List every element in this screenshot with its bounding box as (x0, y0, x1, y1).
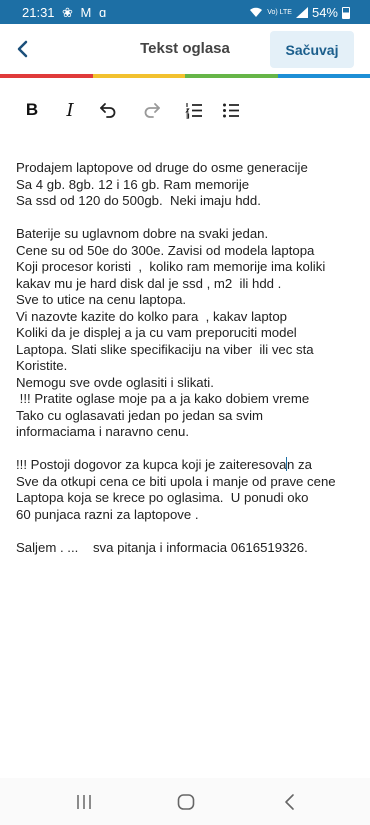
editor-line: Nemogu sve ovde oglasiti i slikati. (16, 374, 214, 390)
editor-line: kakav mu je hard disk dal je ssd , m2 il… (16, 275, 282, 291)
battery-percent: 54% (311, 5, 338, 20)
editor-line: Laptopa. Slati slike specifikaciju na vi… (16, 341, 314, 357)
redo-icon[interactable] (138, 96, 166, 124)
ad-text-editor[interactable]: Prodajem laptopove od druge do osme gene… (16, 160, 356, 556)
editor-line: informaciama i naravno cenu. (16, 424, 189, 439)
status-time: 21:31 (22, 5, 55, 20)
bold-button[interactable]: B (18, 96, 46, 124)
back-icon[interactable] (278, 792, 302, 812)
editor-line: Koliki da je displej a ja cu vam preporu… (16, 325, 297, 340)
editor-line: Vi nazovte kazite do kolko para , kakav … (16, 308, 287, 324)
notification-icons: ❀ M ɑ (62, 5, 109, 20)
editor-line: Sve da otkupi cena ce biti upola i manje… (16, 473, 336, 489)
network-label: Vo) LTE (267, 9, 292, 16)
bulleted-list-icon[interactable] (217, 96, 245, 124)
strip-green (185, 74, 278, 78)
home-icon[interactable] (174, 792, 198, 812)
editor-line: Saljem . ... sva pitanja i informacia 06… (16, 539, 308, 555)
system-nav-bar (0, 778, 370, 825)
formatting-toolbar: B I (0, 92, 370, 128)
signal-icon (295, 7, 308, 18)
editor-line-text: !!! Postoji dogovor za kupca koji je zai… (16, 457, 287, 472)
recent-apps-icon[interactable] (72, 792, 96, 812)
editor-line: Koji procesor koristi , koliko ram memor… (16, 259, 326, 274)
numbered-list-icon[interactable] (180, 96, 208, 124)
brand-color-strip (0, 74, 370, 78)
save-button[interactable]: Sačuvaj (270, 31, 354, 68)
editor-line: Sve to utice na cenu laptopa. (16, 292, 187, 307)
editor-line: Cene su od 50e do 300e. Zavisi od modela… (16, 242, 315, 258)
status-bar: 21:31 ❀ M ɑ Vo) LTE 54% (0, 0, 370, 24)
battery-icon (342, 6, 350, 19)
editor-line: 60 punjaca razni za laptopove . (16, 506, 199, 522)
editor-line-text: n za (287, 457, 312, 472)
editor-line: !!! Postoji dogovor za kupca koji je zai… (16, 457, 356, 474)
editor-line: Tako cu oglasavati jedan po jedan sa svi… (16, 407, 264, 423)
editor-line: Laptopa koja se krece po oglasima. U pon… (16, 490, 309, 505)
strip-yellow (92, 74, 185, 78)
editor-line: !!! Pratite oglase moje pa a ja kako dob… (16, 391, 310, 406)
system-indicators: Vo) LTE 54% (249, 5, 350, 20)
wifi-icon (250, 7, 263, 17)
editor-line: Prodajem laptopove od druge do osme gene… (16, 160, 308, 175)
undo-icon[interactable] (94, 96, 122, 124)
app-bar: Tekst oglasa Sačuvaj (0, 24, 370, 74)
editor-line: Baterije su uglavnom dobre na svaki jeda… (16, 226, 269, 241)
strip-blue (277, 74, 370, 78)
strip-red (0, 74, 93, 78)
editor-line: Sa 4 gb. 8gb. 12 i 16 gb. Ram memorije (16, 176, 250, 192)
italic-button[interactable]: I (56, 96, 84, 124)
editor-line: Koristite. (16, 358, 68, 373)
editor-line: Sa ssd od 120 do 500gb. Neki imaju hdd. (16, 193, 261, 208)
